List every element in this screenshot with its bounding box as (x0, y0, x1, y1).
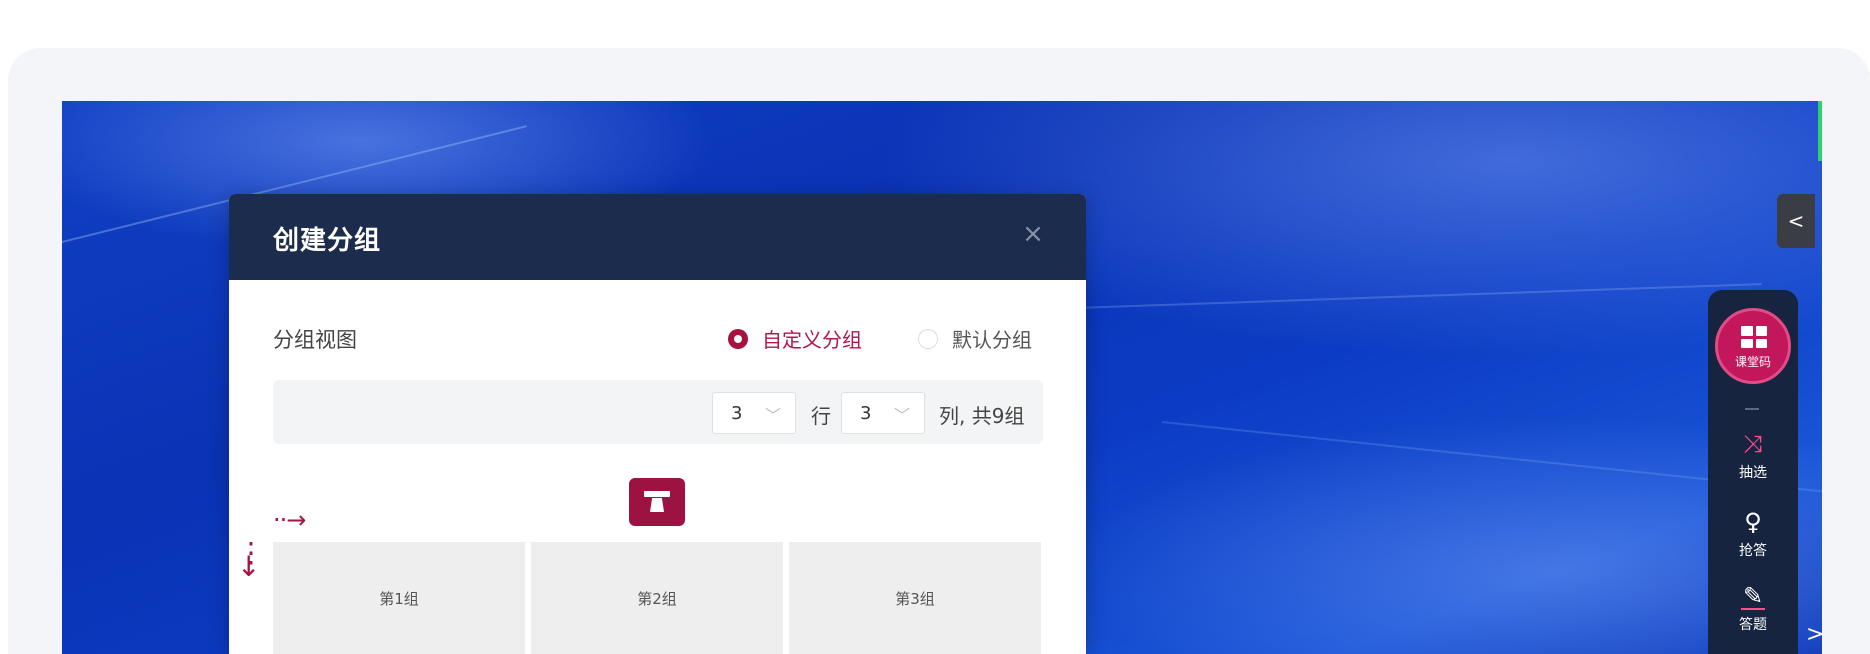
radio-checked-icon (728, 328, 748, 349)
class-code-label: 课堂码 (1734, 355, 1771, 369)
chevron-down-icon: ﹀ (765, 406, 782, 425)
group-view-label: 分组视图 (273, 328, 357, 352)
chevron-down-icon: ﹀ (894, 406, 911, 425)
rows-value: 3 (731, 403, 743, 424)
radio-custom-group[interactable]: 自定义分组 (728, 324, 862, 353)
answer-icon: ♀ (1744, 508, 1762, 536)
cols-select[interactable]: 3 ﹀ (841, 392, 925, 434)
arrow-down-icon: ⋮ ↓ (237, 536, 265, 583)
quiz-label: 答题 (1739, 617, 1767, 633)
dialog-header: 创建分组 × (229, 194, 1086, 280)
close-icon[interactable]: × (1015, 216, 1051, 252)
create-group-dialog: 创建分组 × 分组视图 自定义分组 默认分组 3 ﹀ 行 3 ﹀ 列, 共9组 … (229, 194, 1086, 654)
random-pick-label: 抽选 (1739, 465, 1767, 481)
random-pick-button[interactable]: ⤨ 抽选 (1708, 430, 1798, 482)
podium-icon (629, 478, 685, 526)
class-code-button[interactable]: 课堂码 (1715, 308, 1791, 384)
quick-answer-button[interactable]: ♀ 抢答 (1708, 508, 1798, 560)
active-underline (1741, 608, 1765, 610)
group-total-label: 列, 共9组 (939, 404, 1025, 428)
rows-select[interactable]: 3 ﹀ (712, 392, 796, 434)
group-grid: 第1组 第2组 第3组 (273, 542, 1043, 654)
radio-unchecked-icon (918, 328, 938, 349)
grid-icon (1741, 326, 1767, 348)
group-cell[interactable]: 第1组 (273, 542, 525, 654)
radio-default-label: 默认分组 (952, 328, 1032, 352)
side-toolbar: 课堂码 ⤨ 抽选 ♀ 抢答 ✎ 答题 (1708, 290, 1798, 654)
arrow-right-icon: ··→ (273, 506, 306, 534)
pencil-icon: ✎ (1742, 582, 1764, 610)
status-indicator (1818, 101, 1822, 161)
cols-value: 3 (860, 403, 872, 424)
grid-size-bar (273, 380, 1043, 444)
shuffle-icon: ⤨ (1743, 430, 1763, 458)
group-cell[interactable]: 第3组 (789, 542, 1041, 654)
radio-custom-label: 自定义分组 (762, 328, 862, 352)
collapse-toolbar-button[interactable]: < (1777, 194, 1815, 248)
group-cell[interactable]: 第2组 (531, 542, 783, 654)
chevron-right-icon[interactable]: > (1806, 622, 1824, 647)
rows-unit-label: 行 (811, 404, 831, 428)
toolbar-divider (1745, 408, 1759, 410)
dialog-title: 创建分组 (273, 226, 382, 256)
quick-answer-label: 抢答 (1739, 543, 1767, 559)
quiz-button[interactable]: ✎ 答题 (1708, 582, 1798, 634)
radio-default-group[interactable]: 默认分组 (918, 324, 1032, 353)
